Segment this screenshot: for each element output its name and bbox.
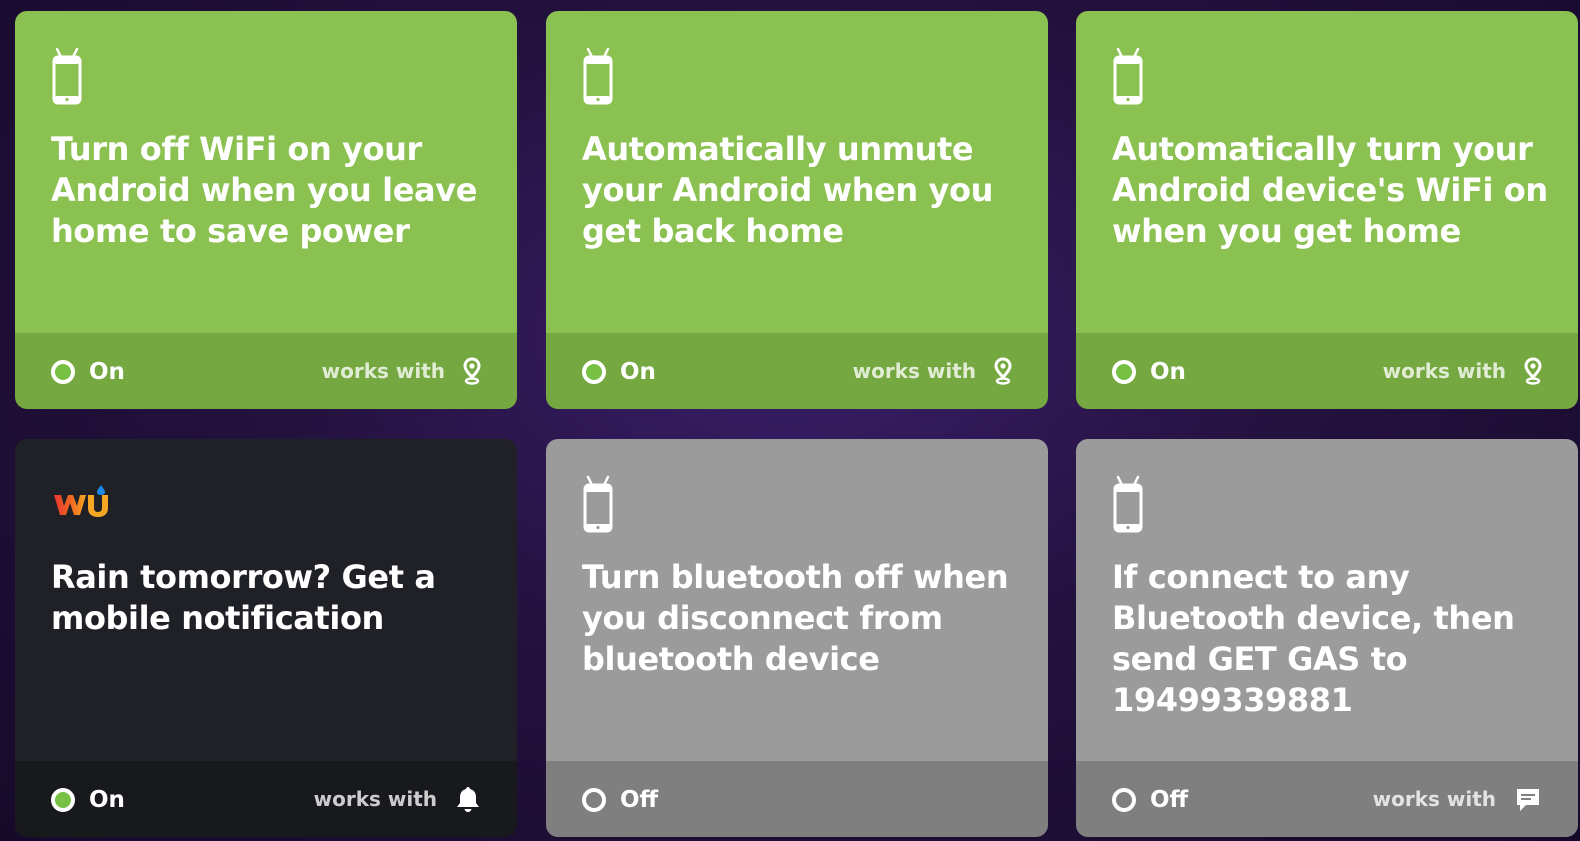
notification-bell-icon <box>455 785 481 813</box>
applet-card-body: Automatically unmute your Android when y… <box>546 11 1048 333</box>
status-label: Off <box>1150 787 1189 813</box>
applet-card[interactable]: Automatically unmute your Android when y… <box>546 11 1048 409</box>
android-phone-icon <box>582 473 614 537</box>
works-with-label: works with <box>852 359 976 383</box>
applet-card[interactable]: Rain tomorrow? Get a mobile notification… <box>15 439 517 837</box>
applet-card[interactable]: Automatically turn your Android device's… <box>1076 11 1578 409</box>
applet-title: If connect to any Bluetooth device, then… <box>1112 558 1515 719</box>
applet-card-footer: Off <box>546 761 1048 837</box>
location-pin-icon <box>463 357 481 385</box>
android-phone-icon <box>1112 45 1144 109</box>
status-on-indicator-icon <box>51 360 75 384</box>
applet-card-footer: On works with <box>15 761 517 837</box>
applet-card[interactable]: If connect to any Bluetooth device, then… <box>1076 439 1578 837</box>
works-with: works with <box>322 357 481 385</box>
applet-card[interactable]: Turn off WiFi on your Android when you l… <box>15 11 517 409</box>
works-with-label: works with <box>321 359 445 383</box>
sms-message-icon <box>1514 785 1542 813</box>
applet-card-body: Turn off WiFi on your Android when you l… <box>15 11 517 333</box>
applet-grid: Turn off WiFi on your Android when you l… <box>0 0 1580 841</box>
applet-status[interactable]: On <box>51 359 125 385</box>
applet-card[interactable]: Turn bluetooth off when you disconnect f… <box>546 439 1048 837</box>
status-label: On <box>1150 359 1186 385</box>
works-with: works with <box>853 357 1012 385</box>
location-pin-icon <box>994 357 1012 385</box>
status-label: On <box>89 359 125 385</box>
applet-title: Rain tomorrow? Get a mobile notification <box>51 558 436 637</box>
applet-status[interactable]: On <box>1112 359 1186 385</box>
applet-card-body: Rain tomorrow? Get a mobile notification <box>15 439 517 761</box>
applet-card-footer: On works with <box>546 333 1048 409</box>
applet-card-body: If connect to any Bluetooth device, then… <box>1076 439 1578 761</box>
status-on-indicator-icon <box>51 788 75 812</box>
android-phone-icon <box>51 45 83 109</box>
works-with-label: works with <box>313 787 437 811</box>
status-off-indicator-icon <box>582 788 606 812</box>
works-with-label: works with <box>1382 359 1506 383</box>
applet-card-body: Turn bluetooth off when you disconnect f… <box>546 439 1048 761</box>
applet-card-body: Automatically turn your Android device's… <box>1076 11 1578 333</box>
applet-status[interactable]: Off <box>582 787 658 813</box>
applet-status[interactable]: On <box>582 359 656 385</box>
works-with-label: works with <box>1372 787 1496 811</box>
status-label: Off <box>620 787 659 813</box>
status-label: On <box>620 359 656 385</box>
status-label: On <box>89 787 125 813</box>
applet-card-footer: Off works with <box>1076 761 1578 837</box>
android-phone-icon <box>1112 473 1144 537</box>
applet-title: Turn bluetooth off when you disconnect f… <box>582 558 1009 678</box>
applet-title: Turn off WiFi on your Android when you l… <box>51 130 477 250</box>
applet-title: Automatically unmute your Android when y… <box>582 130 993 250</box>
applet-status[interactable]: Off <box>1112 787 1188 813</box>
weather-underground-logo <box>51 483 115 521</box>
works-with: works with <box>1373 785 1542 813</box>
applet-card-footer: On works with <box>1076 333 1578 409</box>
status-on-indicator-icon <box>1112 360 1136 384</box>
applet-card-footer: On works with <box>15 333 517 409</box>
applet-status[interactable]: On <box>51 787 125 813</box>
works-with: works with <box>314 785 481 813</box>
status-on-indicator-icon <box>582 360 606 384</box>
location-pin-icon <box>1524 357 1542 385</box>
applet-title: Automatically turn your Android device's… <box>1112 130 1548 250</box>
works-with: works with <box>1383 357 1542 385</box>
status-off-indicator-icon <box>1112 788 1136 812</box>
android-phone-icon <box>582 45 614 109</box>
